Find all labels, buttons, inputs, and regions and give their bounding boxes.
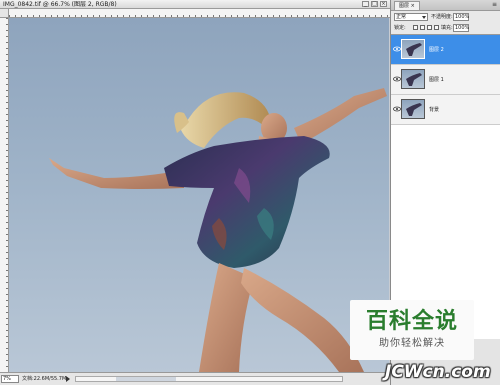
document-canvas[interactable] (9, 18, 389, 372)
baidu-watermark: 百科全说 助你轻松解决 (350, 300, 474, 360)
status-bar: 7% 文档:22.6M/55.7M (0, 372, 390, 385)
layer-name: 图层 2 (429, 47, 444, 53)
eye-icon[interactable] (393, 45, 401, 53)
layer-name: 背景 (429, 107, 440, 113)
layer-thumbnail (401, 39, 425, 59)
layer-thumbnail (401, 69, 425, 89)
vertical-ruler[interactable] (0, 18, 9, 372)
document-title-bar[interactable]: IMG_0842.tif @ 66.7% (图层 2, RGB/8) _ □ × (0, 0, 390, 9)
tab-layers[interactable]: 图层 × (394, 1, 420, 10)
minimize-button[interactable]: _ (362, 1, 369, 7)
opacity-label: 不透明度: (431, 14, 453, 20)
status-menu-arrow-icon[interactable] (66, 376, 70, 382)
lock-controls (413, 25, 439, 30)
layer-row-layer-1[interactable]: 图层 1 (391, 65, 500, 95)
lock-position-icon[interactable] (427, 25, 432, 30)
close-button[interactable]: × (380, 1, 387, 7)
photo-dancing-woman (49, 88, 387, 372)
eye-icon[interactable] (393, 105, 401, 113)
baidu-title: 百科全说 (365, 309, 458, 334)
site-watermark-logo: JCWcn.com (385, 362, 491, 382)
fill-label: 填充: (441, 25, 453, 31)
ruler-origin[interactable] (0, 9, 9, 18)
panel-menu-icon[interactable]: ≡ (492, 2, 497, 8)
opacity-field[interactable]: 100% (453, 13, 469, 21)
lock-image-icon[interactable] (420, 25, 425, 30)
layer-name: 图层 1 (429, 77, 444, 83)
scrollbar-thumb[interactable] (116, 377, 176, 381)
document-title: IMG_0842.tif @ 66.7% (图层 2, RGB/8) (3, 1, 117, 8)
layers-list: 图层 2 图层 1 背景 (391, 34, 500, 339)
panel-tab-bar: 图层 × ≡ (391, 0, 500, 11)
lock-label: 锁定: (394, 25, 406, 31)
horizontal-ruler[interactable] (9, 9, 390, 18)
horizontal-scrollbar[interactable] (75, 376, 343, 382)
maximize-button[interactable]: □ (371, 1, 378, 7)
fill-field[interactable]: 100% (453, 24, 469, 32)
blend-mode-select[interactable]: 正常 (394, 13, 428, 21)
document-size-info: 文档:22.6M/55.7M (22, 376, 67, 382)
lock-fill-row: 锁定: 填充: 100% (391, 23, 500, 33)
eye-icon[interactable] (393, 75, 401, 83)
lock-all-icon[interactable] (434, 25, 439, 30)
zoom-level-field[interactable]: 7% (1, 375, 19, 383)
baidu-subtitle: 助你轻松解决 (379, 338, 445, 349)
lock-transparency-icon[interactable] (413, 25, 418, 30)
layer-row-background[interactable]: 背景 (391, 95, 500, 125)
layer-row-layer-2[interactable]: 图层 2 (391, 35, 500, 65)
blend-opacity-row: 正常 不透明度: 100% (391, 12, 500, 22)
window-controls: _ □ × (362, 1, 387, 7)
layer-thumbnail (401, 99, 425, 119)
